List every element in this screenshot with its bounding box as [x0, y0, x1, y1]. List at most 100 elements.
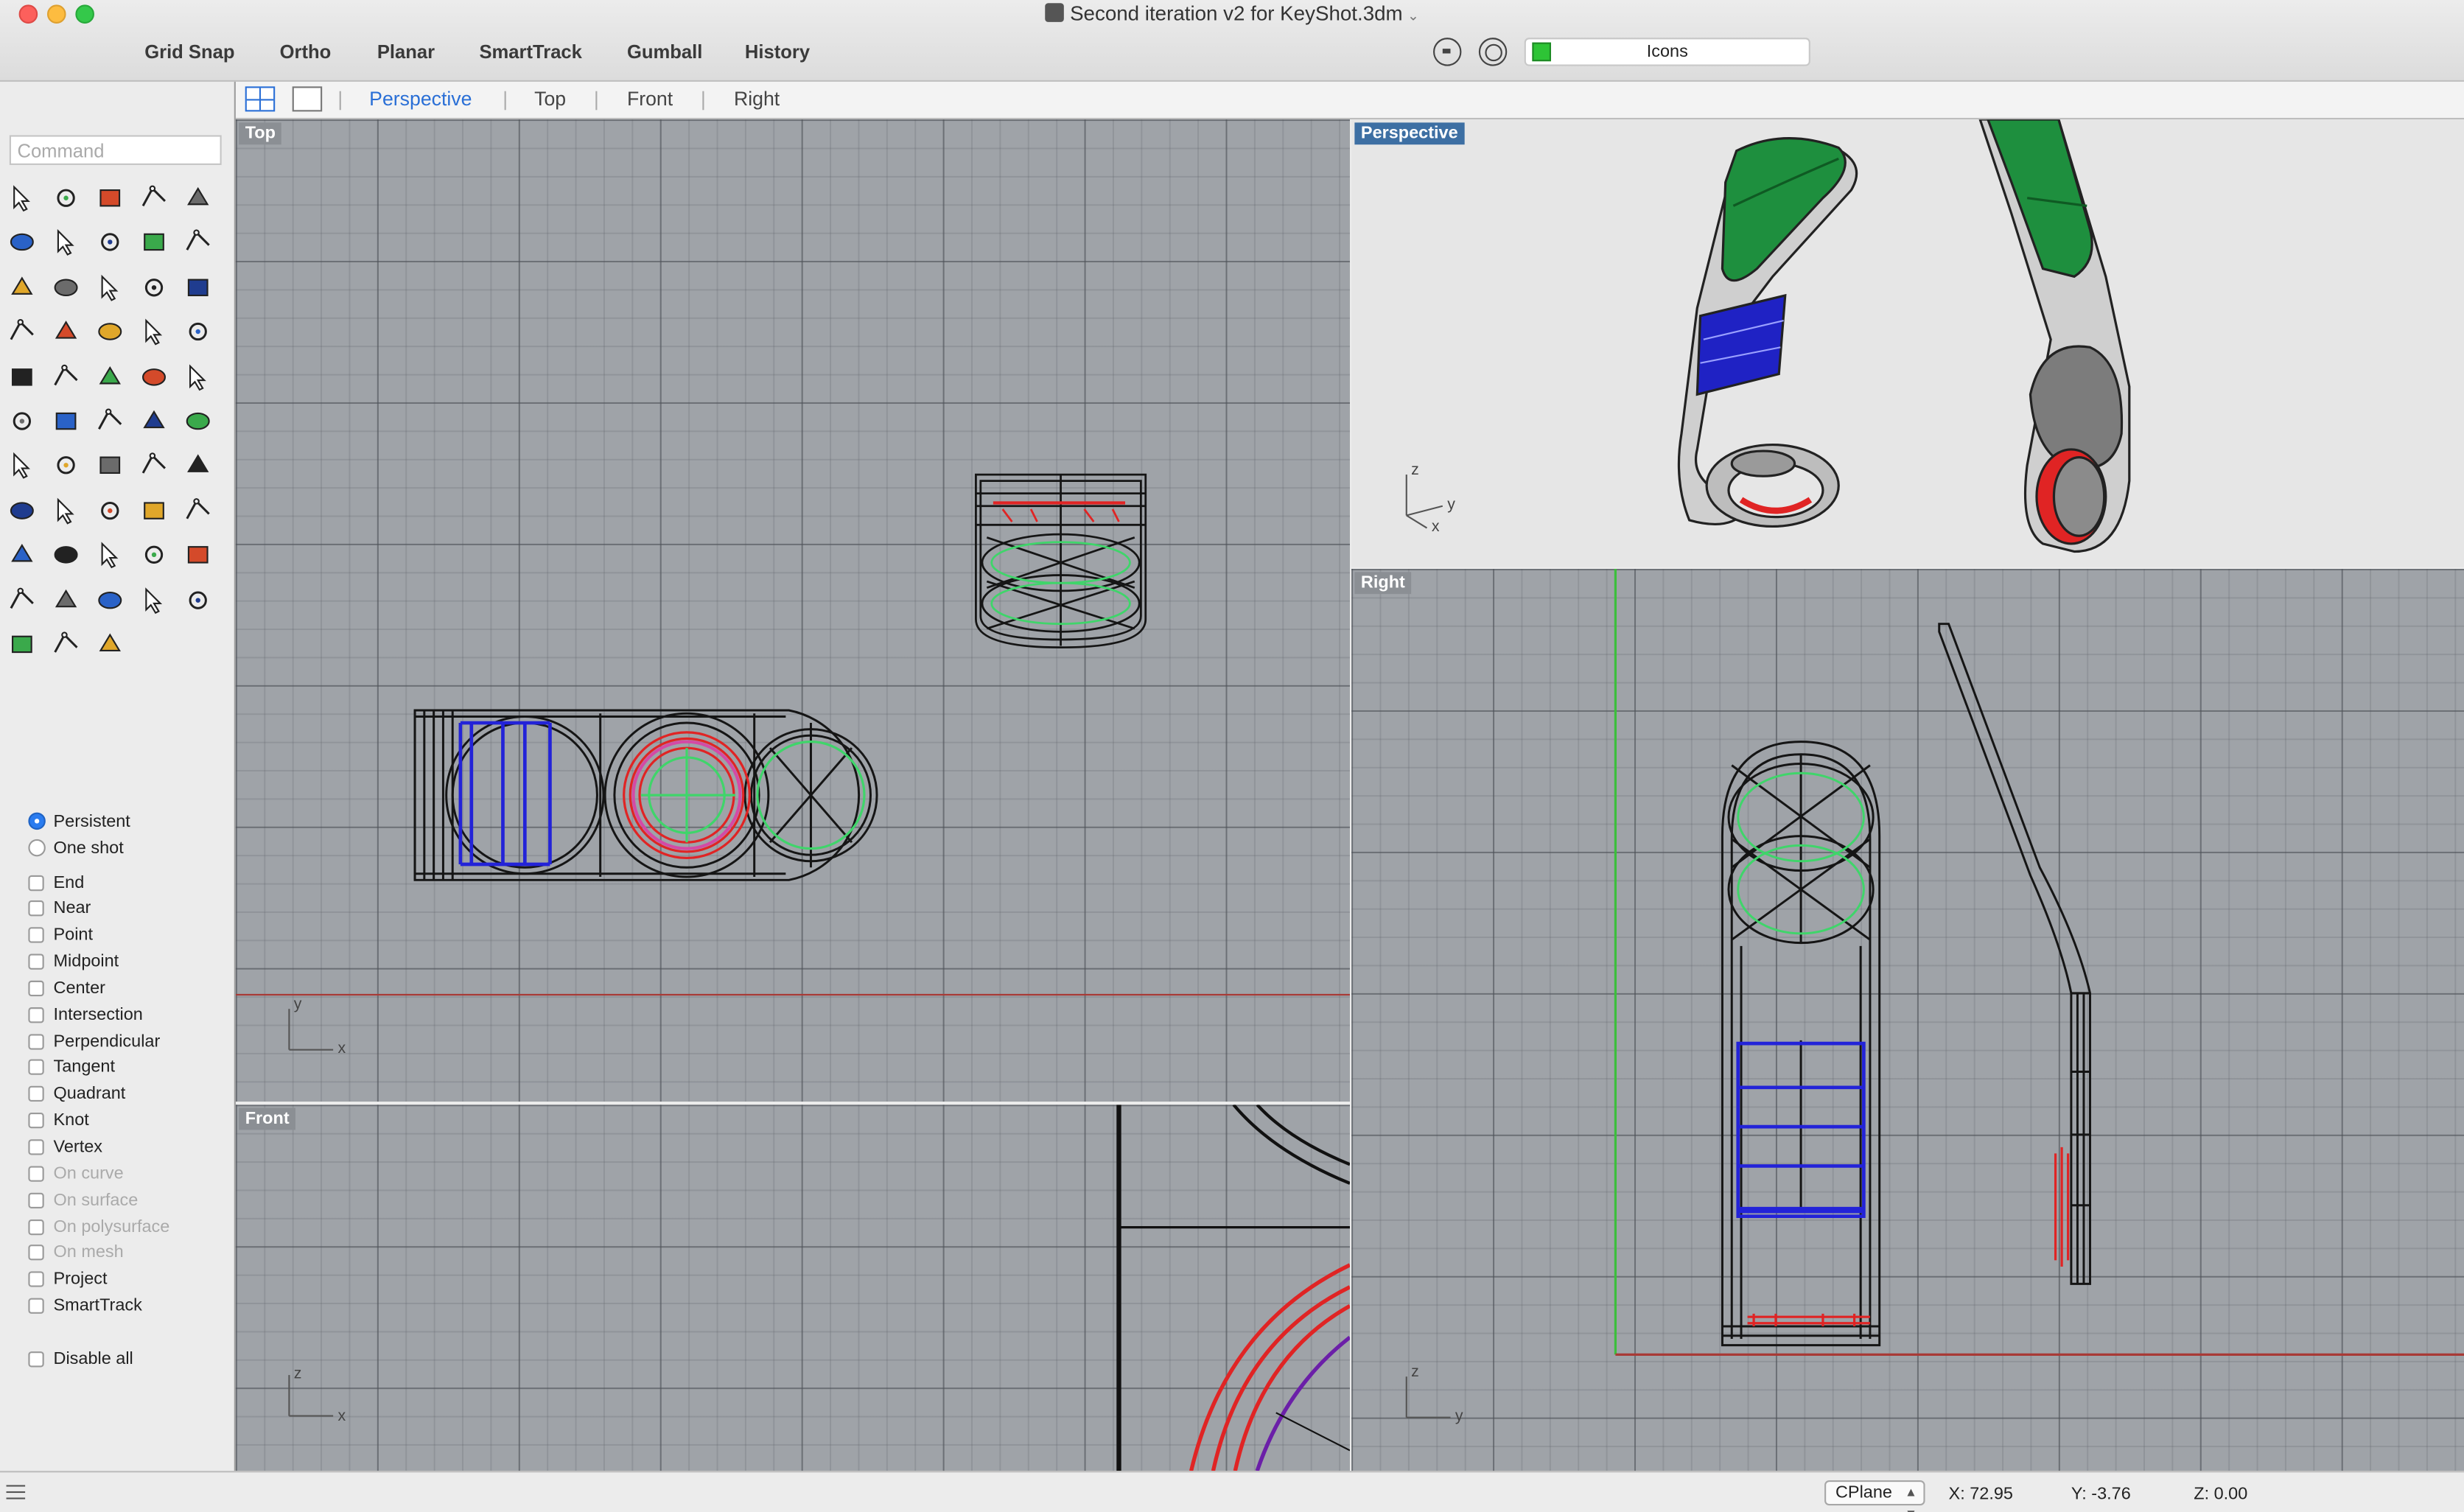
command-input[interactable]: Command: [9, 135, 222, 165]
environment-tool-icon[interactable]: [137, 582, 172, 617]
osnap-knot[interactable]: Knot: [28, 1109, 89, 1133]
osnap-tangent[interactable]: Tangent: [28, 1056, 115, 1079]
checkbox-icon[interactable]: [28, 1060, 44, 1076]
osnap-intersection[interactable]: Intersection: [28, 1003, 143, 1026]
osnap-end[interactable]: End: [28, 871, 84, 895]
checkbox-icon[interactable]: [28, 900, 44, 917]
mesh-tool-icon[interactable]: [181, 449, 215, 483]
top-viewport[interactable]: y x Top: [235, 119, 1350, 1102]
surface-network-tool-icon[interactable]: [4, 315, 39, 349]
history-button[interactable]: History: [745, 41, 810, 63]
single-viewport-layout-icon[interactable]: [292, 86, 323, 112]
material-ball-tool-icon[interactable]: [4, 627, 39, 662]
tree-dimensions-tool-icon[interactable]: [93, 627, 127, 662]
text-tool-icon[interactable]: [181, 360, 215, 394]
pen-draw-tool-icon[interactable]: [49, 627, 83, 662]
perspective-viewport[interactable]: z y x Perspective: [1351, 119, 2464, 567]
checkbox-icon[interactable]: [28, 1271, 44, 1288]
osnap-center[interactable]: Center: [28, 976, 105, 1000]
tab-perspective[interactable]: Perspective: [369, 88, 472, 110]
top-viewport-label[interactable]: Top: [239, 122, 282, 145]
curve-tool-icon[interactable]: [137, 181, 172, 215]
color-wheel-tool-icon[interactable]: [93, 582, 127, 617]
checkbox-icon[interactable]: [28, 1245, 44, 1261]
front-viewport[interactable]: z x Front: [235, 1105, 1350, 1471]
light-tool-icon[interactable]: [181, 538, 215, 573]
trim-tool-icon[interactable]: [181, 315, 215, 349]
lock-tool-icon[interactable]: [4, 582, 39, 617]
surface-from-points-tool-icon[interactable]: [4, 270, 39, 304]
gumball-button[interactable]: Gumball: [627, 41, 702, 63]
cylinder-solid-tool-icon[interactable]: [181, 270, 215, 304]
checkbox-icon[interactable]: [28, 1298, 44, 1315]
box-solid-tool-icon[interactable]: [93, 270, 127, 304]
tab-top[interactable]: Top: [534, 88, 566, 110]
osnap-disable-all[interactable]: Disable all: [28, 1347, 133, 1371]
checkbox-icon[interactable]: [28, 874, 44, 891]
osnap-toggle-icon[interactable]: [1433, 38, 1462, 66]
checkbox-icon[interactable]: [28, 927, 44, 944]
solid-edit-tool-icon[interactable]: [137, 404, 172, 438]
layer-book-tool-icon[interactable]: [49, 582, 83, 617]
tab-right[interactable]: Right: [734, 88, 780, 110]
car-tool-icon[interactable]: [49, 538, 83, 573]
checkbox-icon[interactable]: [28, 1192, 44, 1208]
ortho-button[interactable]: Ortho: [280, 41, 332, 63]
polygon-tool-icon[interactable]: [49, 225, 83, 260]
osnap-near[interactable]: Near: [28, 897, 91, 920]
zoom-extents-tool-icon[interactable]: [137, 493, 172, 528]
transform-tool-icon[interactable]: [4, 404, 39, 438]
fillet-curve-tool-icon[interactable]: [181, 225, 215, 260]
osnap-on-surface[interactable]: On surface: [28, 1189, 138, 1212]
four-viewport-layout-icon[interactable]: [245, 86, 276, 112]
checkbox-icon[interactable]: [28, 1219, 44, 1235]
checkbox-icon[interactable]: [28, 1086, 44, 1102]
perspective-viewport-label[interactable]: Perspective: [1354, 122, 1465, 145]
osnap-oneshot-option[interactable]: One shot: [28, 836, 124, 860]
split-tool-icon[interactable]: [137, 315, 172, 349]
render-sphere-tool-icon[interactable]: [181, 582, 215, 617]
blend-curve-tool-icon[interactable]: [93, 360, 127, 394]
target-icon[interactable]: [1478, 38, 1508, 66]
lasso-tool-icon[interactable]: [4, 493, 39, 528]
ellipse-tool-icon[interactable]: [4, 225, 39, 260]
flow-tool-icon[interactable]: [93, 404, 127, 438]
right-viewport[interactable]: z y Right: [1351, 569, 2464, 1471]
checkbox-icon[interactable]: [28, 980, 44, 996]
checkbox-icon[interactable]: [28, 1033, 44, 1049]
current-layer-selector[interactable]: Icons: [1524, 38, 1810, 66]
checkbox-icon[interactable]: [28, 1113, 44, 1129]
checkbox-icon[interactable]: [28, 953, 44, 970]
gumball-tools-tool-icon[interactable]: [137, 538, 172, 573]
checkbox-icon[interactable]: [28, 1351, 44, 1367]
smarttrack-button[interactable]: SmartTrack: [479, 41, 581, 63]
checkbox-icon[interactable]: [28, 1166, 44, 1182]
grid-array-tool-icon[interactable]: [4, 449, 39, 483]
osnap-perpendicular[interactable]: Perpendicular: [28, 1029, 160, 1053]
orient-tool-icon[interactable]: [93, 449, 127, 483]
check-tool-icon[interactable]: [137, 449, 172, 483]
planar-button[interactable]: Planar: [377, 41, 435, 63]
array-tool-icon[interactable]: [49, 404, 83, 438]
osnap-project[interactable]: Project: [28, 1268, 108, 1292]
point-tool-icon[interactable]: [49, 181, 83, 215]
checkbox-icon[interactable]: [28, 1007, 44, 1023]
zoom-window-tool-icon[interactable]: [93, 493, 127, 528]
rotate-view-tool-icon[interactable]: [4, 538, 39, 573]
front-viewport-label[interactable]: Front: [239, 1107, 296, 1130]
right-viewport-label[interactable]: Right: [1354, 572, 1412, 595]
polyline-tool-icon[interactable]: [93, 181, 127, 215]
osnap-midpoint[interactable]: Midpoint: [28, 950, 119, 973]
extrude-surface-tool-icon[interactable]: [49, 270, 83, 304]
cplane-selector[interactable]: CPlane ▲▼: [1824, 1480, 1925, 1512]
radio-icon[interactable]: [28, 812, 46, 830]
dimension-tool-icon[interactable]: [49, 449, 83, 483]
magnifier-tool-icon[interactable]: [181, 493, 215, 528]
osnap-smarttrack[interactable]: SmartTrack: [28, 1294, 142, 1317]
offset-curve-tool-icon[interactable]: [137, 360, 172, 394]
extrude-face-tool-icon[interactable]: [181, 404, 215, 438]
boolean-group-tool-icon[interactable]: [49, 360, 83, 394]
osnap-on-polysurface[interactable]: On polysurface: [28, 1215, 169, 1239]
circle-tool-icon[interactable]: [181, 181, 215, 215]
grid-snap-button[interactable]: Grid Snap: [144, 41, 234, 63]
